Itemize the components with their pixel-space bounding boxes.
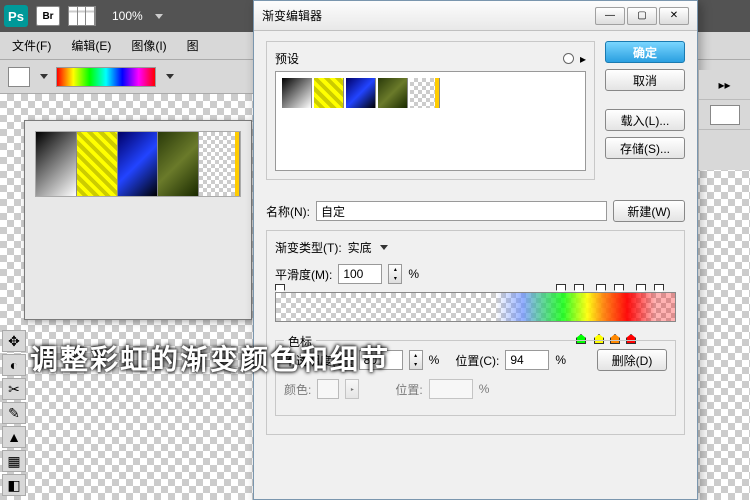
crop-tool[interactable]: ✂ (2, 378, 26, 400)
presets-label: 预设 (275, 50, 299, 67)
preset-item[interactable] (282, 78, 312, 108)
gradient-picker[interactable] (56, 67, 156, 87)
menu-file[interactable]: 文件(F) (4, 33, 59, 58)
position-label: 位置(C): (455, 352, 499, 369)
tool-preset-picker[interactable] (8, 67, 30, 87)
cancel-button[interactable]: 取消 (605, 69, 685, 91)
new-button[interactable]: 新建(W) (613, 200, 685, 222)
preset-item[interactable] (410, 78, 440, 108)
smooth-label: 平滑度(M): (275, 266, 332, 283)
preset-item[interactable] (158, 132, 199, 196)
dialog-titlebar[interactable]: 渐变编辑器 — ▢ ✕ (254, 1, 697, 31)
presets-list[interactable] (275, 71, 586, 171)
opacity-spinner[interactable]: ▴▾ (409, 350, 423, 370)
delete-button[interactable]: 删除(D) (597, 349, 667, 371)
preset-item[interactable] (199, 132, 240, 196)
dropdown-icon[interactable] (166, 74, 174, 79)
position2-input (429, 379, 473, 399)
name-input[interactable] (316, 201, 607, 221)
color-swatch (317, 379, 339, 399)
panel-expand-icon[interactable]: ▸▸ (718, 78, 730, 92)
preset-menu-icon[interactable]: ▸ (580, 52, 586, 66)
gradient-bar[interactable] (275, 292, 676, 322)
stamp-tool[interactable]: ▲ (2, 426, 26, 448)
smooth-spinner[interactable]: ▴▾ (388, 264, 402, 284)
ok-button[interactable]: 确定 (605, 41, 685, 63)
panel-swatch[interactable] (710, 105, 740, 125)
preset-item[interactable] (36, 132, 77, 196)
gradient-type-fieldset: 渐变类型(T): 实底 平滑度(M): ▴▾ % 色标 (266, 230, 685, 435)
load-button[interactable]: 载入(L)... (605, 109, 685, 131)
preset-list (35, 131, 241, 197)
dropdown-icon[interactable] (380, 245, 388, 250)
menu-layer[interactable]: 图 (179, 33, 207, 58)
dropdown-icon[interactable] (40, 74, 48, 79)
move-tool[interactable]: ✥ (2, 330, 26, 352)
menu-image[interactable]: 图像(I) (123, 33, 174, 58)
name-label: 名称(N): (266, 203, 310, 220)
color-label: 颜色: (284, 381, 311, 398)
close-button[interactable]: ✕ (659, 7, 689, 25)
bridge-icon[interactable]: Br (36, 6, 60, 26)
zoom-dropdown-icon[interactable] (155, 14, 163, 19)
position-input[interactable] (505, 350, 549, 370)
preset-item[interactable] (378, 78, 408, 108)
brush-tool[interactable]: ✎ (2, 402, 26, 424)
menu-edit[interactable]: 编辑(E) (63, 33, 119, 58)
save-button[interactable]: 存储(S)... (605, 137, 685, 159)
eraser-tool[interactable]: ◧ (2, 474, 26, 496)
dialog-title-text: 渐变编辑器 (262, 7, 322, 24)
gradient-tool[interactable]: ▦ (2, 450, 26, 472)
zoom-level[interactable]: 100% (112, 9, 143, 23)
toolbox: ✥ ◐ ✂ ✎ ▲ ▦ ◧ (2, 330, 28, 496)
right-panels: ▸▸ (698, 70, 750, 170)
presets-fieldset: 预设 ▸ (266, 41, 595, 180)
preset-item[interactable] (346, 78, 376, 108)
maximize-button[interactable]: ▢ (627, 7, 657, 25)
preset-item[interactable] (118, 132, 159, 196)
preset-item[interactable] (77, 132, 118, 196)
type-value[interactable]: 实底 (348, 239, 372, 256)
color-picker-btn: ▸ (345, 379, 359, 399)
gradient-preset-flyout (24, 120, 252, 320)
type-label: 渐变类型(T): (275, 239, 342, 256)
gradient-bar-editor[interactable] (275, 292, 676, 336)
lasso-tool[interactable]: ◐ (2, 354, 26, 376)
frames-icon[interactable] (68, 6, 96, 26)
gradient-editor-dialog: 渐变编辑器 — ▢ ✕ 预设 ▸ (253, 0, 698, 500)
preset-item[interactable] (314, 78, 344, 108)
position2-label: 位置: (395, 381, 422, 398)
photoshop-icon: Ps (4, 5, 28, 27)
minimize-button[interactable]: — (595, 7, 625, 25)
smooth-input[interactable] (338, 264, 382, 284)
caption-overlay: 调整彩虹的渐变颜色和细节 (30, 338, 390, 378)
preset-size-icon[interactable] (563, 53, 574, 64)
